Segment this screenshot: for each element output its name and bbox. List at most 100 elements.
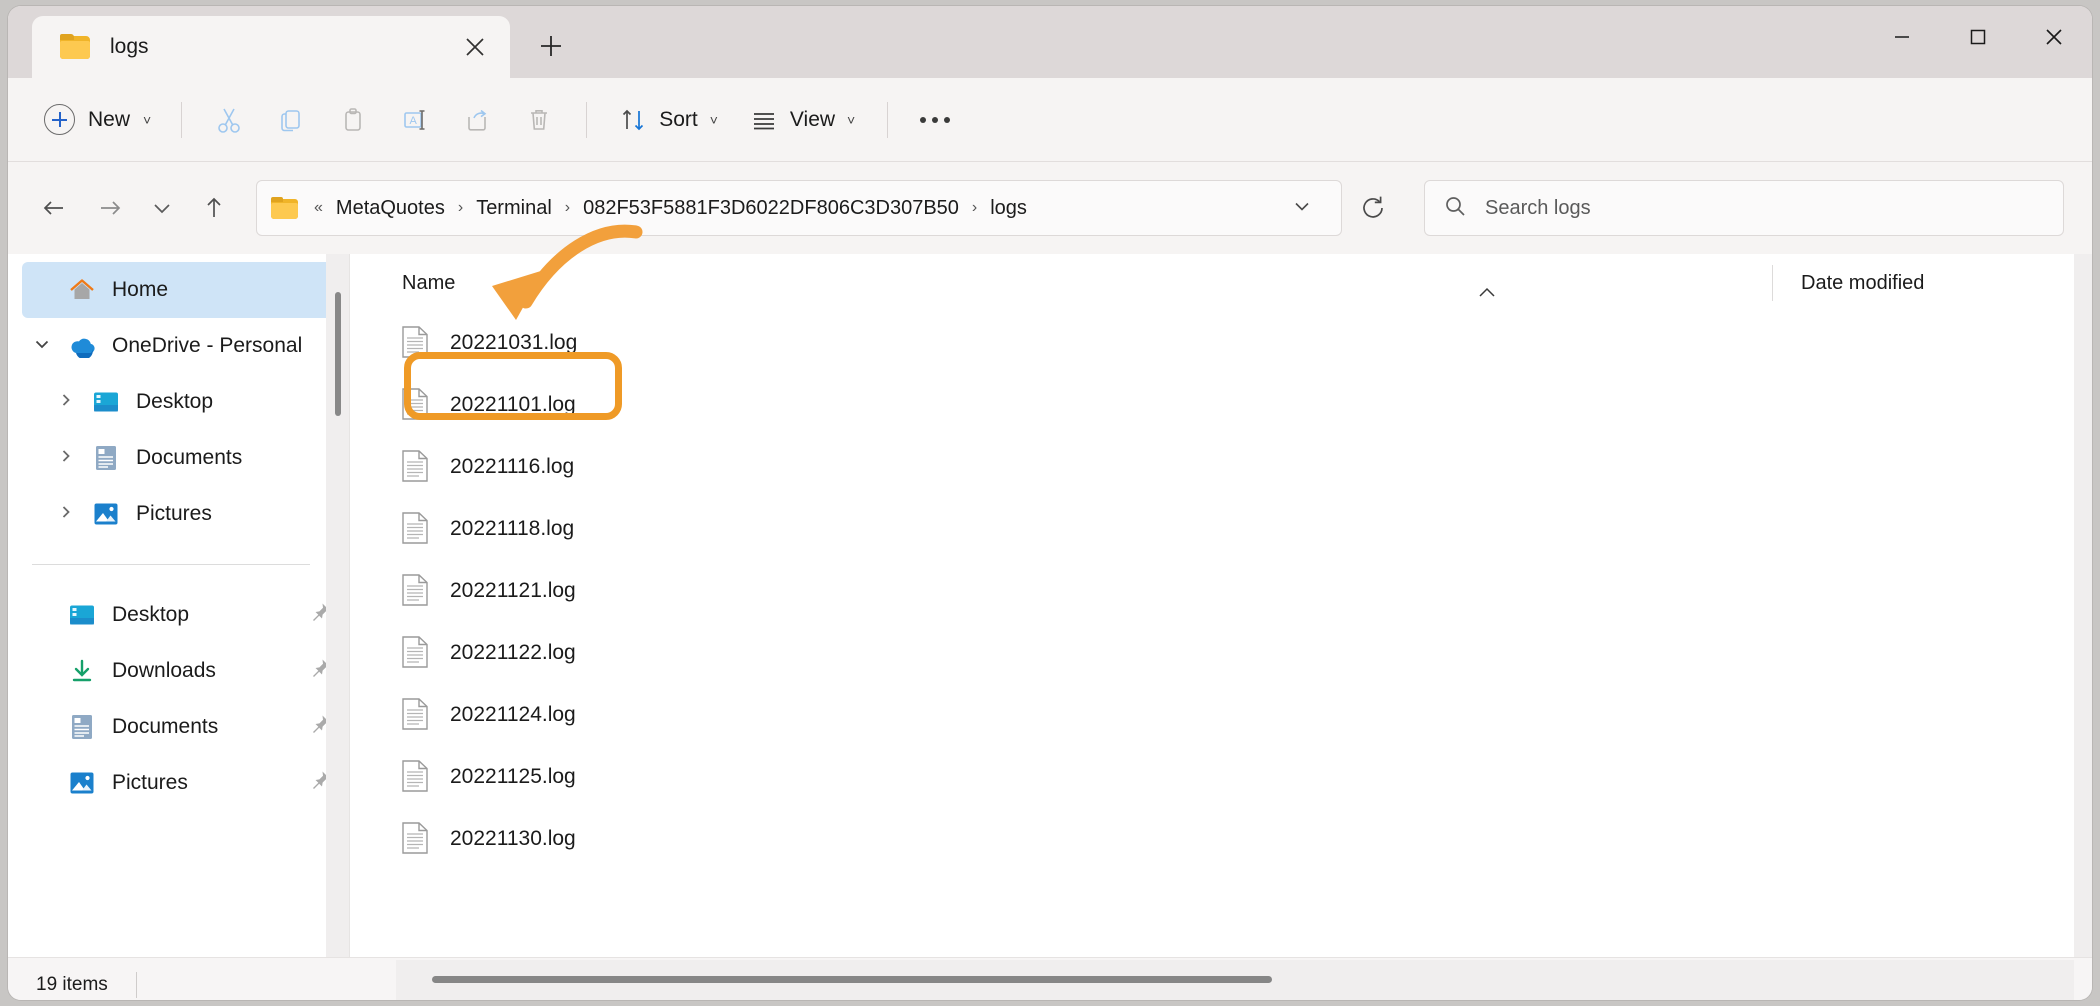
refresh-button[interactable] xyxy=(1344,180,1402,236)
sidebar-scrollbar[interactable] xyxy=(326,254,350,957)
more-options-button[interactable] xyxy=(904,92,966,148)
file-list-vertical-scrollbar[interactable] xyxy=(2074,254,2092,957)
divider xyxy=(586,101,588,138)
chevron-right-icon[interactable] xyxy=(46,448,86,468)
breadcrumb-item-instance-id[interactable]: 082F53F5881F3D6022DF806C3D307B50 xyxy=(575,193,967,224)
documents-icon xyxy=(86,445,126,471)
pictures-icon xyxy=(62,771,102,795)
chevron-down-icon[interactable] xyxy=(1281,195,1331,222)
table-row[interactable]: 20221101.log 01/11/2022 09:24 xyxy=(350,374,2092,436)
navigation-bar: « MetaQuotes › Terminal › 082F53F5881F3D… xyxy=(8,162,2092,254)
ellipsis-icon xyxy=(920,116,927,123)
sidebar-item-documents[interactable]: Documents xyxy=(22,430,342,486)
rename-button[interactable]: A xyxy=(384,92,446,148)
chevron-down-icon: ˅ xyxy=(143,111,152,128)
file-list-horizontal-scrollbar[interactable] xyxy=(396,960,2074,1000)
pictures-icon xyxy=(86,502,126,526)
breadcrumb-item-metaquotes[interactable]: MetaQuotes xyxy=(328,193,453,224)
file-name: 20221116.log xyxy=(450,455,575,478)
table-row[interactable]: 20221031.log 31/10/2022 16:02 xyxy=(350,312,2092,374)
search-icon xyxy=(1443,194,1467,223)
file-name: 20221124.log xyxy=(450,703,576,726)
sidebar-item-onedrive[interactable]: OneDrive - Personal xyxy=(22,318,342,374)
sidebar-scrollbar-thumb[interactable] xyxy=(335,292,341,416)
column-header-name[interactable]: Name xyxy=(402,272,1772,297)
log-file-icon xyxy=(402,636,430,670)
file-list-pane: Name Date modified 20221031.log 20221101… xyxy=(350,254,2092,957)
new-button[interactable]: New ˅ xyxy=(36,94,165,146)
breadcrumb-item-logs[interactable]: logs xyxy=(982,193,1035,224)
new-button-label: New xyxy=(88,107,131,131)
paste-button[interactable] xyxy=(322,92,384,148)
divider xyxy=(181,101,183,138)
plus-circle-icon xyxy=(44,104,75,135)
chevron-right-icon[interactable] xyxy=(46,504,86,524)
horizontal-scrollbar-thumb[interactable] xyxy=(432,976,1272,983)
file-name: 20221118.log xyxy=(450,517,575,540)
share-button[interactable] xyxy=(446,92,508,148)
command-bar: New ˅ A Sort ˅ View ˅ xyxy=(8,78,2092,162)
sidebar-item-label: Home xyxy=(112,278,169,301)
sidebar-quick-desktop[interactable]: Desktop xyxy=(22,587,342,643)
table-row[interactable]: 20221124.log 24/11/2022 12:16 xyxy=(350,684,2092,746)
tab-close-icon[interactable] xyxy=(454,26,496,68)
title-bar: logs xyxy=(8,6,2092,78)
sidebar-item-desktop[interactable]: Desktop xyxy=(22,374,342,430)
back-button[interactable] xyxy=(26,180,82,236)
file-name: 20221031.log xyxy=(450,331,578,354)
table-row[interactable]: 20221121.log 21/11/2022 15:45 xyxy=(350,560,2092,622)
tab-logs[interactable]: logs xyxy=(32,16,510,78)
view-button[interactable]: View ˅ xyxy=(734,92,871,148)
navigation-pane: Home OneDrive - Personal Desktop Documen… xyxy=(8,254,350,957)
address-bar[interactable]: « MetaQuotes › Terminal › 082F53F5881F3D… xyxy=(256,180,1342,236)
up-button[interactable] xyxy=(186,180,242,236)
table-row[interactable]: 20221116.log 16/11/2022 15:38 xyxy=(350,436,2092,498)
table-row[interactable]: 20221122.log 22/11/2022 11:30 xyxy=(350,622,2092,684)
close-button[interactable] xyxy=(2016,6,2092,68)
sidebar-quick-pictures[interactable]: Pictures xyxy=(22,755,342,811)
breadcrumb-item-terminal[interactable]: Terminal xyxy=(468,193,560,224)
delete-button[interactable] xyxy=(508,92,570,148)
documents-icon xyxy=(62,714,102,740)
table-row[interactable]: 20221130.log 30/11/2022 14:45 xyxy=(350,808,2092,870)
sidebar-item-label: Pictures xyxy=(136,502,212,525)
search-input[interactable]: Search logs xyxy=(1485,197,1591,220)
copy-button[interactable] xyxy=(260,92,322,148)
chevron-down-icon[interactable] xyxy=(22,335,62,357)
explorer-body: Home OneDrive - Personal Desktop Documen… xyxy=(8,254,2092,957)
minimize-button[interactable] xyxy=(1864,6,1940,68)
breadcrumb-separator: › xyxy=(457,199,464,216)
recent-locations-button[interactable] xyxy=(138,180,186,236)
folder-icon xyxy=(60,34,92,60)
new-tab-button[interactable] xyxy=(524,19,578,73)
breadcrumb-overflow[interactable]: « xyxy=(309,195,328,221)
folder-icon xyxy=(271,196,299,220)
table-row[interactable]: 20221125.log 25/11/2022 16:42 xyxy=(350,746,2092,808)
sidebar-item-label: Documents xyxy=(112,715,219,738)
breadcrumb-separator: › xyxy=(564,199,571,216)
sidebar-item-pictures[interactable]: Pictures xyxy=(22,486,342,542)
table-row[interactable]: 20221118.log 18/11/2022 15:42 xyxy=(350,498,2092,560)
column-header-date-modified[interactable]: Date modified xyxy=(1773,272,1924,295)
item-count: 19 items xyxy=(36,973,108,995)
chevron-right-icon[interactable] xyxy=(46,392,86,412)
breadcrumb-separator: › xyxy=(971,199,978,216)
divider xyxy=(887,101,889,138)
log-file-icon xyxy=(402,822,430,856)
status-divider xyxy=(135,971,137,998)
file-name: 20221130.log xyxy=(450,827,576,850)
search-box[interactable]: Search logs xyxy=(1424,180,2064,236)
sort-button-label: Sort xyxy=(659,107,698,131)
window-controls xyxy=(1864,6,2092,68)
sidebar-quick-downloads[interactable]: Downloads xyxy=(22,643,342,699)
cut-button[interactable] xyxy=(198,92,260,148)
sort-button[interactable]: Sort ˅ xyxy=(603,92,734,148)
sidebar-item-label: OneDrive - Personal xyxy=(112,334,303,357)
file-name: 20221125.log xyxy=(450,765,576,788)
sidebar-quick-documents[interactable]: Documents xyxy=(22,699,342,755)
view-button-label: View xyxy=(789,107,836,131)
forward-button[interactable] xyxy=(82,180,138,236)
sidebar-item-home[interactable]: Home xyxy=(22,262,342,318)
maximize-button[interactable] xyxy=(1940,6,2016,68)
sort-ascending-icon xyxy=(1477,286,1497,304)
